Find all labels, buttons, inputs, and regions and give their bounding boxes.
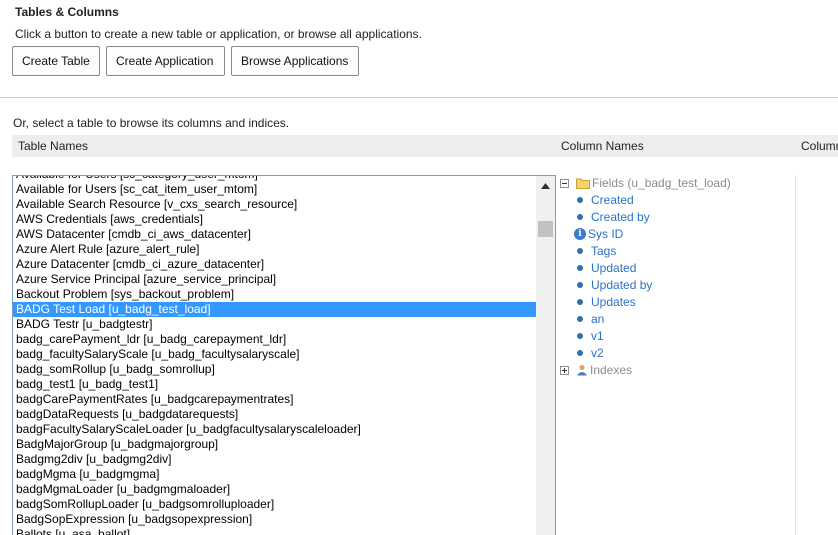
table-list-item[interactable]: badgFacultySalaryScaleLoader [u_badgfacu… bbox=[13, 422, 536, 437]
table-list-item[interactable]: badg_test1 [u_badg_test1] bbox=[13, 377, 536, 392]
table-list-item[interactable]: Backout Problem [sys_backout_problem] bbox=[13, 287, 536, 302]
table-list-item[interactable]: AWS Datacenter [cmdb_ci_aws_datacenter] bbox=[13, 227, 536, 242]
tree-field-label[interactable]: Updates bbox=[591, 295, 636, 309]
collapse-toggle-icon[interactable] bbox=[560, 178, 569, 188]
tree-field-label[interactable]: Tags bbox=[591, 244, 616, 258]
table-list-item[interactable]: BadgMajorGroup [u_badgmajorgroup] bbox=[13, 437, 536, 452]
table-list-item[interactable]: badg_carePayment_ldr [u_badg_carepayment… bbox=[13, 332, 536, 347]
indexes-people-icon bbox=[576, 364, 588, 376]
table-list-item[interactable]: Badgmg2div [u_badgmg2div] bbox=[13, 452, 536, 467]
field-bullet-icon bbox=[577, 282, 583, 288]
table-list-item[interactable]: badg_somRollup [u_badg_somrollup] bbox=[13, 362, 536, 377]
tree-field-item[interactable]: Updated bbox=[574, 260, 636, 276]
table-list: Available for Users [sc_category_user_mt… bbox=[13, 176, 536, 535]
field-bullet-icon bbox=[577, 350, 583, 356]
tree-field-item[interactable]: v1 bbox=[574, 328, 604, 344]
tree-field-item[interactable]: an bbox=[574, 311, 604, 327]
field-bullet-icon bbox=[577, 333, 583, 339]
tree-field-item[interactable]: i Sys ID bbox=[574, 226, 623, 242]
column-header-bar bbox=[12, 135, 838, 157]
table-names-header: Table Names bbox=[18, 139, 89, 153]
table-list-item[interactable]: Azure Service Principal [azure_service_p… bbox=[13, 272, 536, 287]
table-list-item[interactable]: Azure Datacenter [cmdb_ci_azure_datacent… bbox=[13, 257, 536, 272]
column-extra-header: Column bbox=[801, 139, 838, 153]
tree-field-label[interactable]: Updated by bbox=[591, 278, 652, 292]
tree-field-label[interactable]: Sys ID bbox=[588, 227, 623, 241]
create-table-button[interactable]: Create Table bbox=[12, 46, 100, 76]
field-bullet-icon bbox=[577, 214, 583, 220]
table-list-item[interactable]: badgMgmaLoader [u_badgmgmaloader] bbox=[13, 482, 536, 497]
table-list-item[interactable]: BADG Test Load [u_badg_test_load] bbox=[13, 302, 536, 317]
table-list-item[interactable]: badgSomRollupLoader [u_badgsomrollupload… bbox=[13, 497, 536, 512]
action-buttons: Create Table Create Application Browse A… bbox=[12, 46, 359, 76]
scroll-up-arrow-icon[interactable] bbox=[536, 178, 555, 194]
field-bullet-icon bbox=[577, 248, 583, 254]
table-list-item[interactable]: Available Search Resource [v_cxs_search_… bbox=[13, 197, 536, 212]
create-application-button[interactable]: Create Application bbox=[106, 46, 225, 76]
table-list-item[interactable]: Azure Alert Rule [azure_alert_rule] bbox=[13, 242, 536, 257]
tree-field-label[interactable]: v2 bbox=[591, 346, 604, 360]
table-list-item[interactable]: Ballots [u_asa_ballot] bbox=[13, 527, 536, 535]
tree-fields-group[interactable]: Fields (u_badg_test_load) bbox=[560, 175, 731, 191]
tree-field-item[interactable]: Updates bbox=[574, 294, 636, 310]
tree-field-label[interactable]: Created bbox=[591, 193, 634, 207]
tree-fields-label: Fields (u_badg_test_load) bbox=[592, 176, 731, 190]
table-list-item[interactable]: badgCarePaymentRates [u_badgcarepaymentr… bbox=[13, 392, 536, 407]
table-list-item[interactable]: Available for Users [sc_category_user_mt… bbox=[13, 176, 536, 182]
tree-field-label[interactable]: Created by bbox=[591, 210, 650, 224]
folder-icon bbox=[576, 177, 590, 189]
column-separator bbox=[795, 175, 796, 535]
select-hint: Or, select a table to browse its columns… bbox=[13, 116, 290, 130]
field-bullet-icon bbox=[577, 316, 583, 322]
tree-indexes-group[interactable]: Indexes bbox=[560, 362, 632, 378]
browse-applications-button[interactable]: Browse Applications bbox=[231, 46, 359, 76]
tree-field-item[interactable]: Tags bbox=[574, 243, 616, 259]
field-bullet-icon bbox=[577, 265, 583, 271]
tree-field-item[interactable]: Updated by bbox=[574, 277, 652, 293]
tree-field-item[interactable]: Created by bbox=[574, 209, 650, 225]
tree-field-item[interactable]: Created bbox=[574, 192, 634, 208]
tree-field-label[interactable]: v1 bbox=[591, 329, 604, 343]
scrollbar-thumb[interactable] bbox=[538, 221, 553, 237]
tree-indexes-label: Indexes bbox=[590, 363, 633, 377]
table-list-item[interactable]: BADG Testr [u_badgtestr] bbox=[13, 317, 536, 332]
table-list-item[interactable]: AWS Credentials [aws_credentials] bbox=[13, 212, 536, 227]
column-names-header: Column Names bbox=[561, 139, 644, 153]
table-list-item[interactable]: badgDataRequests [u_badgdatarequests] bbox=[13, 407, 536, 422]
table-list-item[interactable]: Available for Users [sc_cat_item_user_mt… bbox=[13, 182, 536, 197]
table-list-item[interactable]: badgMgma [u_badgmgma] bbox=[13, 467, 536, 482]
table-list-item[interactable]: BadgSopExpression [u_badgsopexpression] bbox=[13, 512, 536, 527]
field-bullet-icon bbox=[577, 299, 583, 305]
divider bbox=[0, 97, 838, 98]
listbox-scrollbar[interactable] bbox=[536, 176, 555, 535]
expand-toggle-icon[interactable] bbox=[560, 365, 569, 375]
table-list-item[interactable]: badg_facultySalaryScale [u_badg_facultys… bbox=[13, 347, 536, 362]
table-listbox[interactable]: Available for Users [sc_category_user_mt… bbox=[12, 175, 556, 535]
tree-field-label[interactable]: Updated bbox=[591, 261, 636, 275]
tree-field-label[interactable]: an bbox=[591, 312, 604, 326]
key-info-icon: i bbox=[574, 228, 586, 240]
field-bullet-icon bbox=[577, 197, 583, 203]
page-description: Click a button to create a new table or … bbox=[15, 27, 422, 41]
tree-field-item[interactable]: v2 bbox=[574, 345, 604, 361]
page-title: Tables & Columns bbox=[15, 5, 119, 19]
